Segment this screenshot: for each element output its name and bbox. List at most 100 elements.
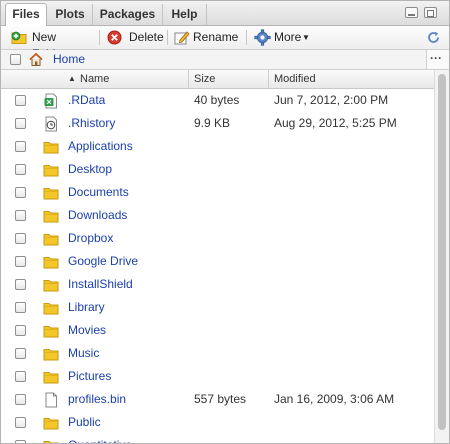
chevron-down-icon: ▼ bbox=[302, 33, 310, 42]
minimize-icon bbox=[408, 14, 415, 16]
file-row[interactable]: .RData 40 bytes Jun 7, 2012, 2:00 PM bbox=[1, 89, 434, 112]
file-row-checkbox[interactable] bbox=[15, 325, 26, 336]
file-size: 40 bytes bbox=[194, 93, 240, 107]
file-row[interactable]: Music bbox=[1, 342, 434, 365]
file-name-link[interactable]: InstallShield bbox=[68, 273, 133, 296]
file-row-checkbox[interactable] bbox=[15, 417, 26, 428]
file-row[interactable]: Quantitative bbox=[1, 434, 434, 443]
more-menu-button[interactable]: More ▼ bbox=[252, 26, 316, 49]
file-row-checkbox[interactable] bbox=[15, 394, 26, 405]
file-row-checkbox[interactable] bbox=[15, 440, 26, 443]
file-row-checkbox[interactable] bbox=[15, 141, 26, 152]
file-row[interactable]: Dropbox bbox=[1, 227, 434, 250]
file-name-link[interactable]: Quantitative bbox=[68, 434, 132, 443]
minimize-button[interactable] bbox=[405, 7, 418, 18]
folder-icon bbox=[43, 415, 59, 431]
toolbar-divider bbox=[246, 30, 247, 45]
file-row[interactable]: profiles.bin 557 bytes Jan 16, 2009, 3:06 … bbox=[1, 388, 434, 411]
file-modified: Jan 16, 2009, 3:06 AM bbox=[274, 392, 395, 406]
toolbar-divider bbox=[99, 30, 100, 45]
file-row[interactable]: .Rhistory 9.9 KB Aug 29, 2012, 5:25 PM bbox=[1, 112, 434, 135]
file-modified: Jun 7, 2012, 2:00 PM bbox=[274, 93, 389, 107]
more-label: More bbox=[274, 30, 302, 44]
file-name-link[interactable]: profiles.bin bbox=[68, 388, 126, 411]
name-column-header[interactable]: Name bbox=[80, 70, 109, 88]
file-name-link[interactable]: .RData bbox=[68, 89, 105, 112]
file-row[interactable]: Pictures bbox=[1, 365, 434, 388]
file-row[interactable]: Desktop bbox=[1, 158, 434, 181]
maximize-button[interactable] bbox=[424, 7, 437, 18]
file-row-checkbox[interactable] bbox=[15, 118, 26, 129]
scrollbar-thumb[interactable] bbox=[438, 74, 446, 430]
folder-icon bbox=[43, 369, 59, 385]
file-size: 9.9 KB bbox=[194, 116, 231, 130]
home-icon[interactable] bbox=[28, 52, 44, 67]
file-name-link[interactable]: Movies bbox=[68, 319, 106, 342]
file-name-link[interactable]: Applications bbox=[68, 135, 133, 158]
file-row[interactable]: Google Drive bbox=[1, 250, 434, 273]
file-row-checkbox[interactable] bbox=[15, 95, 26, 106]
folder-icon bbox=[43, 300, 59, 316]
file-name-link[interactable]: Music bbox=[68, 342, 99, 365]
file-row-checkbox[interactable] bbox=[15, 279, 26, 290]
toolbar-divider bbox=[167, 30, 168, 45]
file-name-link[interactable]: Downloads bbox=[68, 204, 127, 227]
column-header: ▲ Name Size Modified bbox=[1, 70, 434, 89]
file-size: 557 bytes bbox=[194, 392, 247, 406]
breadcrumb: Home ··· bbox=[1, 50, 449, 70]
file-name-link[interactable]: .Rhistory bbox=[68, 112, 115, 135]
file-name-link[interactable]: Library bbox=[68, 296, 105, 319]
tab-files[interactable]: Files bbox=[5, 3, 47, 26]
files-toolbar: New Folder Delete Rename bbox=[1, 26, 449, 61]
file-row[interactable]: InstallShield bbox=[1, 273, 434, 296]
file-row-checkbox[interactable] bbox=[15, 371, 26, 382]
folder-icon bbox=[43, 438, 59, 443]
delete-label: Delete bbox=[129, 30, 164, 44]
rename-icon bbox=[174, 31, 190, 45]
tab-help[interactable]: Help bbox=[163, 4, 207, 25]
file-row[interactable]: Downloads bbox=[1, 204, 434, 227]
refresh-icon[interactable] bbox=[426, 30, 441, 45]
delete-icon bbox=[107, 30, 122, 45]
file-row-checkbox[interactable] bbox=[15, 187, 26, 198]
column-divider bbox=[188, 70, 189, 88]
folder-icon bbox=[43, 231, 59, 247]
tab-plots[interactable]: Plots bbox=[48, 4, 93, 25]
file-name-link[interactable]: Public bbox=[68, 411, 101, 434]
maximize-icon bbox=[427, 10, 434, 17]
tab-packages[interactable]: Packages bbox=[93, 4, 163, 25]
new-folder-button[interactable]: New Folder bbox=[9, 26, 93, 61]
delete-button[interactable]: Delete bbox=[105, 26, 165, 49]
folder-icon bbox=[43, 162, 59, 178]
file-row-checkbox[interactable] bbox=[15, 348, 26, 359]
file-row[interactable]: Applications bbox=[1, 135, 434, 158]
file-row[interactable]: Documents bbox=[1, 181, 434, 204]
scrollbar[interactable] bbox=[434, 70, 449, 443]
rdata-file-icon bbox=[43, 93, 59, 109]
ellipsis-icon: ··· bbox=[430, 51, 442, 65]
file-row-checkbox[interactable] bbox=[15, 233, 26, 244]
file-name-link[interactable]: Dropbox bbox=[68, 227, 113, 250]
file-name-link[interactable]: Desktop bbox=[68, 158, 112, 181]
file-row-checkbox[interactable] bbox=[15, 256, 26, 267]
folder-icon bbox=[43, 277, 59, 293]
rename-button[interactable]: Rename bbox=[172, 26, 242, 49]
breadcrumb-home-link[interactable]: Home bbox=[53, 50, 85, 69]
sort-ascending-icon: ▲ bbox=[68, 74, 76, 83]
file-name-link[interactable]: Pictures bbox=[68, 365, 111, 388]
file-row-checkbox[interactable] bbox=[15, 164, 26, 175]
more-path-button[interactable]: ··· bbox=[426, 50, 449, 69]
file-name-link[interactable]: Google Drive bbox=[68, 250, 138, 273]
file-row[interactable]: Public bbox=[1, 411, 434, 434]
history-file-icon bbox=[43, 116, 59, 132]
file-row[interactable]: Library bbox=[1, 296, 434, 319]
file-name-link[interactable]: Documents bbox=[68, 181, 129, 204]
rename-label: Rename bbox=[193, 30, 239, 44]
select-all-checkbox[interactable] bbox=[10, 54, 21, 65]
new-folder-icon bbox=[11, 31, 27, 44]
file-row-checkbox[interactable] bbox=[15, 210, 26, 221]
modified-column-header[interactable]: Modified bbox=[274, 70, 316, 88]
file-row-checkbox[interactable] bbox=[15, 302, 26, 313]
file-row[interactable]: Movies bbox=[1, 319, 434, 342]
size-column-header[interactable]: Size bbox=[194, 70, 215, 88]
